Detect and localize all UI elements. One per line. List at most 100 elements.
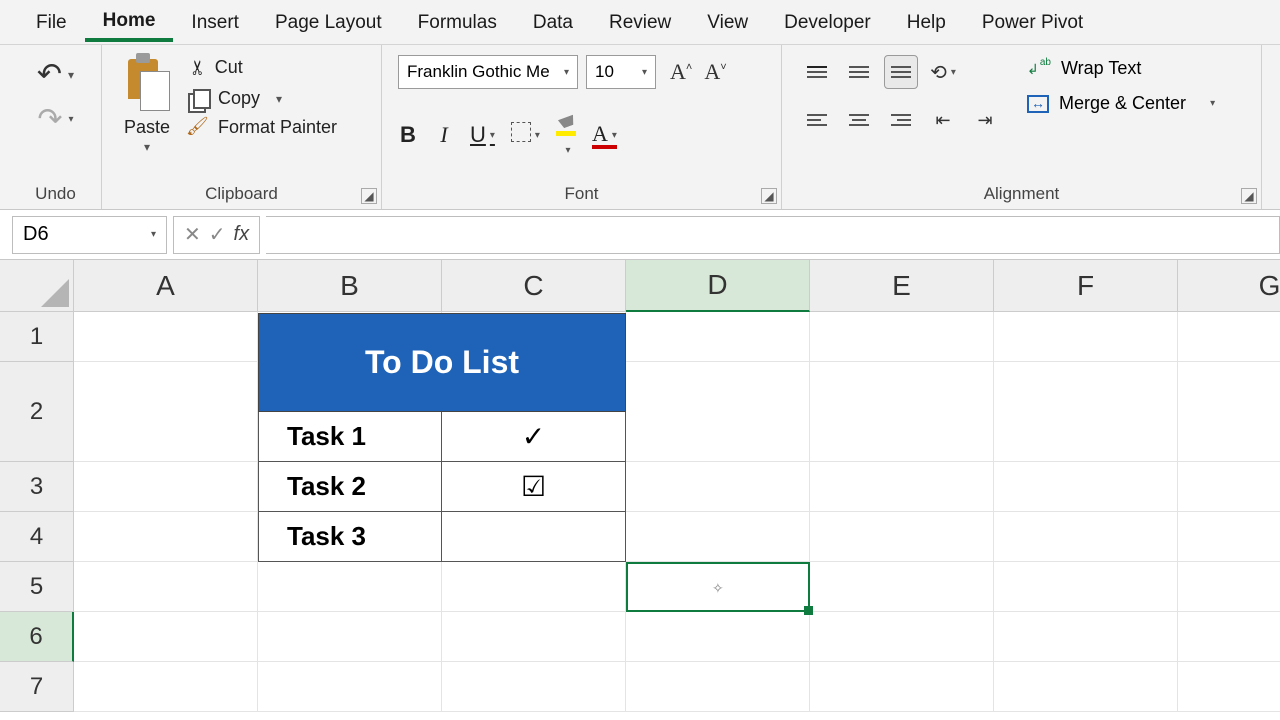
cell-F1[interactable] (994, 312, 1178, 362)
cell-E7[interactable] (810, 662, 994, 712)
menu-insert[interactable]: Insert (173, 4, 257, 40)
cell-D7[interactable] (626, 662, 810, 712)
column-header-E[interactable]: E (810, 260, 994, 312)
cell-B6[interactable] (258, 612, 442, 662)
cell-G6[interactable] (1178, 612, 1280, 662)
borders-button[interactable]: ▾ (511, 122, 540, 148)
cell-C6[interactable] (442, 612, 626, 662)
cell-E4[interactable] (810, 512, 994, 562)
shrink-font-button[interactable]: A˅ (704, 59, 726, 85)
row-header-3[interactable]: 3 (0, 462, 74, 512)
task-mark-cell[interactable]: ☑ (442, 462, 626, 512)
task-name-cell[interactable]: Task 2 (258, 462, 442, 512)
orientation-button[interactable]: ▾ (926, 55, 960, 89)
task-mark-cell[interactable]: ✓ (442, 412, 626, 462)
row-header-1[interactable]: 1 (0, 312, 74, 362)
align-middle-button[interactable] (842, 55, 876, 89)
task-name-cell[interactable]: Task 3 (258, 512, 442, 562)
cell-F3[interactable] (994, 462, 1178, 512)
cell-A1[interactable] (74, 312, 258, 362)
cut-button[interactable]: Cut (188, 55, 337, 80)
formula-enter-button[interactable]: ✓ (209, 222, 226, 247)
column-header-B[interactable]: B (258, 260, 442, 312)
cell-D4[interactable] (626, 512, 810, 562)
cell-E6[interactable] (810, 612, 994, 662)
cell-G1[interactable] (1178, 312, 1280, 362)
name-box[interactable]: D6▾ (12, 216, 167, 254)
align-left-button[interactable] (800, 103, 834, 137)
cell-E3[interactable] (810, 462, 994, 512)
menu-formulas[interactable]: Formulas (400, 4, 515, 40)
font-launcher[interactable]: ◢ (761, 188, 777, 204)
column-header-A[interactable]: A (74, 260, 258, 312)
bold-button[interactable]: B (398, 122, 418, 148)
cell-B5[interactable] (258, 562, 442, 612)
task-name-cell[interactable]: Task 1 (258, 412, 442, 462)
column-header-F[interactable]: F (994, 260, 1178, 312)
cell-G4[interactable] (1178, 512, 1280, 562)
cell-F6[interactable] (994, 612, 1178, 662)
cell-D6[interactable] (626, 612, 810, 662)
cell-E1[interactable] (810, 312, 994, 362)
font-color-button[interactable]: A▾ (592, 121, 617, 149)
formula-cancel-button[interactable]: ✕ (184, 222, 201, 247)
copy-button[interactable]: Copy▾ (188, 88, 337, 109)
cell-C5[interactable] (442, 562, 626, 612)
cell-F2[interactable] (994, 362, 1178, 462)
align-center-button[interactable] (842, 103, 876, 137)
cell-D1[interactable] (626, 312, 810, 362)
formula-input[interactable] (266, 216, 1280, 254)
fill-color-button[interactable]: ▾ (556, 107, 576, 162)
cell-D3[interactable] (626, 462, 810, 512)
menu-file[interactable]: File (18, 4, 85, 40)
todo-title-cell[interactable]: To Do List (258, 313, 626, 412)
column-header-C[interactable]: C (442, 260, 626, 312)
cell-A5[interactable] (74, 562, 258, 612)
cell-A7[interactable] (74, 662, 258, 712)
column-header-G[interactable]: G (1178, 260, 1280, 312)
cell-F5[interactable] (994, 562, 1178, 612)
row-header-2[interactable]: 2 (0, 362, 74, 462)
row-header-4[interactable]: 4 (0, 512, 74, 562)
cell-E5[interactable] (810, 562, 994, 612)
cell-C7[interactable] (442, 662, 626, 712)
clipboard-launcher[interactable]: ◢ (361, 188, 377, 204)
cell-B7[interactable] (258, 662, 442, 712)
row-header-5[interactable]: 5 (0, 562, 74, 612)
underline-button[interactable]: U▾ (470, 122, 495, 148)
row-header-7[interactable]: 7 (0, 662, 74, 712)
menu-page-layout[interactable]: Page Layout (257, 4, 400, 40)
menu-power-pivot[interactable]: Power Pivot (964, 4, 1101, 40)
font-name-combo[interactable]: Franklin Gothic Me▾ (398, 55, 578, 89)
alignment-launcher[interactable]: ◢ (1241, 188, 1257, 204)
task-mark-cell[interactable] (442, 512, 626, 562)
cell-D2[interactable] (626, 362, 810, 462)
decrease-indent-button[interactable]: ⇤ (926, 103, 960, 137)
format-painter-button[interactable]: Format Painter (188, 117, 337, 138)
menu-view[interactable]: View (689, 4, 766, 40)
increase-indent-button[interactable]: ⇥ (968, 103, 1002, 137)
menu-review[interactable]: Review (591, 4, 689, 40)
cell-G3[interactable] (1178, 462, 1280, 512)
select-all-corner[interactable] (0, 260, 74, 312)
redo-button[interactable]: ↷▾ (37, 102, 73, 137)
menu-data[interactable]: Data (515, 4, 591, 40)
menu-home[interactable]: Home (85, 2, 174, 42)
paste-button[interactable]: Paste ▾ (112, 51, 182, 154)
menu-developer[interactable]: Developer (766, 4, 889, 40)
merge-center-button[interactable]: Merge & Center▾ (1027, 93, 1215, 114)
cell-G7[interactable] (1178, 662, 1280, 712)
cell-F7[interactable] (994, 662, 1178, 712)
cell-G5[interactable] (1178, 562, 1280, 612)
cell-A2[interactable] (74, 362, 258, 462)
wrap-text-button[interactable]: Wrap Text (1027, 57, 1215, 79)
cell-A3[interactable] (74, 462, 258, 512)
row-header-6[interactable]: 6 (0, 612, 74, 662)
paste-dropdown[interactable]: ▾ (144, 140, 150, 154)
align-bottom-button[interactable] (884, 55, 918, 89)
undo-button[interactable]: ↶▾ (37, 57, 74, 92)
font-size-combo[interactable]: 10▾ (586, 55, 656, 89)
grow-font-button[interactable]: A˄ (670, 59, 692, 85)
cell-A4[interactable] (74, 512, 258, 562)
cell-G2[interactable] (1178, 362, 1280, 462)
